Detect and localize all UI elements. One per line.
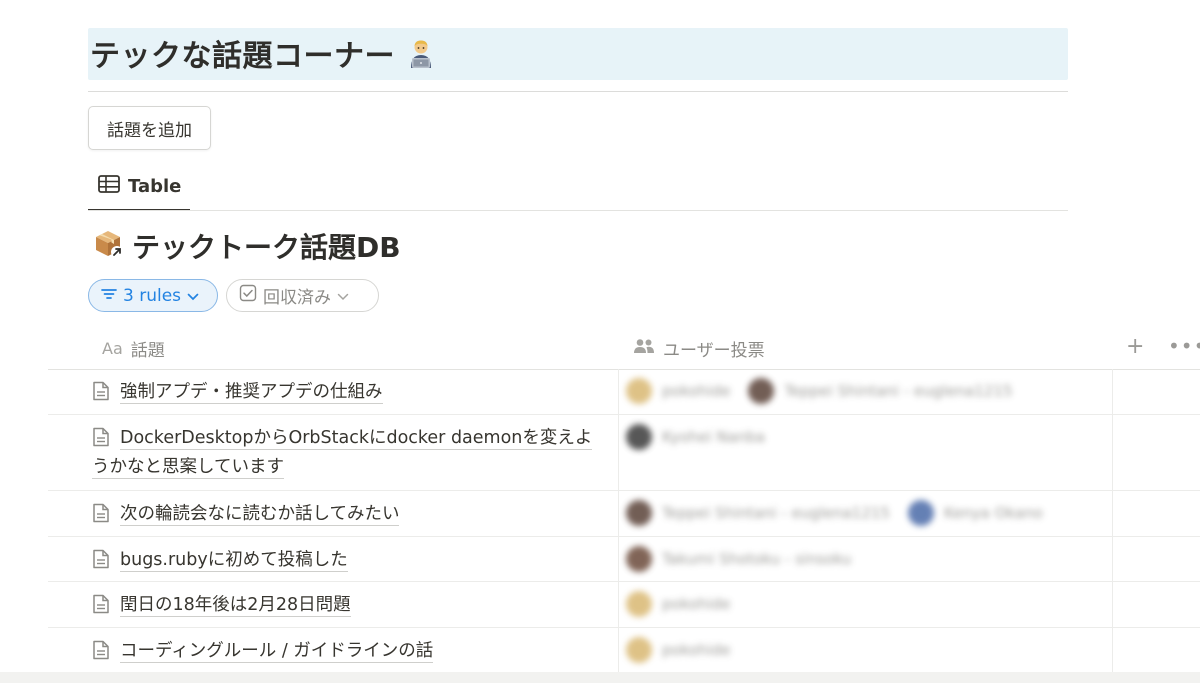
row-title: 強制アプデ・推奨アプデの仕組み bbox=[120, 382, 383, 404]
column-divider bbox=[618, 537, 619, 582]
avatar bbox=[626, 424, 652, 450]
column-header-title[interactable]: Aa 話題 bbox=[102, 330, 165, 366]
tab-divider bbox=[88, 210, 1068, 211]
voter: Teppei Shintani - euglena1215 bbox=[626, 500, 890, 526]
filter-rules-label: 3 rules bbox=[123, 285, 182, 306]
column-divider bbox=[1112, 628, 1113, 672]
voter-name: pokohide bbox=[662, 382, 731, 400]
row-votes-cell[interactable]: pokohide bbox=[626, 628, 1106, 672]
filter-collected-label: 回収済み bbox=[263, 288, 331, 308]
row-title-cell[interactable]: DockerDesktopからOrbStackにdocker daemonを変え… bbox=[92, 424, 602, 482]
row-title: 次の輪読会なに読むか話してみたい bbox=[120, 504, 400, 526]
page-icon bbox=[93, 427, 109, 447]
avatar bbox=[907, 500, 934, 526]
column-divider bbox=[618, 415, 619, 491]
row-votes-cell[interactable]: pokohide bbox=[626, 582, 1106, 628]
column-divider bbox=[618, 628, 619, 672]
voter-name: Kyohei Nanba bbox=[662, 428, 766, 446]
filter-collected-pill[interactable]: 回収済み bbox=[226, 279, 379, 312]
voter-name: Kenya Okano bbox=[943, 504, 1043, 522]
column-divider bbox=[1112, 537, 1113, 582]
voter: Kyohei Nanba bbox=[626, 424, 765, 450]
voter: pokohide bbox=[626, 378, 730, 404]
database-title-text: テックトーク話題DB bbox=[132, 231, 401, 264]
row-votes-cell[interactable]: pokohide Teppei Shintani - euglena1215 bbox=[626, 369, 1106, 415]
voter: pokohide bbox=[626, 591, 730, 617]
table-row[interactable]: 閏日の18年後は2月28日問題 pokohide bbox=[48, 582, 1200, 628]
column-divider bbox=[618, 582, 619, 628]
row-title-cell[interactable]: コーディングルール / ガイドラインの話 bbox=[92, 637, 602, 666]
voter-name: Teppei Shintani - euglena1215 bbox=[662, 504, 890, 522]
page-icon bbox=[93, 503, 109, 523]
voter: Takumi Shotoku - sinsoku bbox=[626, 546, 851, 572]
column-divider bbox=[1112, 582, 1113, 628]
column-divider bbox=[1112, 369, 1113, 415]
filter-lines-icon bbox=[101, 286, 117, 306]
add-property-plus-icon[interactable]: + bbox=[1126, 334, 1144, 359]
row-title-cell[interactable]: bugs.rubyに初めて投稿した bbox=[92, 546, 602, 575]
voter-name: Teppei Shintani - euglena1215 bbox=[784, 382, 1013, 400]
avatar bbox=[626, 546, 652, 572]
page-heading-text: テックな話題コーナー bbox=[90, 38, 395, 74]
row-votes-cell[interactable]: Takumi Shotoku - sinsoku bbox=[626, 537, 1106, 582]
avatar bbox=[748, 378, 775, 404]
column-header-votes-label: ユーザー投票 bbox=[663, 340, 765, 361]
avatar bbox=[626, 637, 652, 663]
more-options-icon[interactable]: ••• bbox=[1168, 334, 1200, 358]
notion-page: テックな話題コーナー 話題を追加 Table テックトーク話題DB 3 rule… bbox=[0, 0, 1200, 683]
row-title-cell[interactable]: 強制アプデ・推奨アプデの仕組み bbox=[92, 378, 602, 407]
row-title: bugs.rubyに初めて投稿した bbox=[120, 550, 348, 572]
tab-table-label: Table bbox=[128, 176, 182, 197]
table-row[interactable]: コーディングルール / ガイドラインの話 pokohide bbox=[48, 628, 1200, 672]
page-icon bbox=[93, 594, 109, 614]
row-title-cell[interactable]: 閏日の18年後は2月28日問題 bbox=[92, 591, 602, 620]
filter-rules-pill[interactable]: 3 rules bbox=[88, 279, 218, 312]
chevron-down-icon bbox=[337, 286, 349, 306]
people-icon bbox=[633, 338, 655, 359]
row-title-cell[interactable]: 次の輪読会なに読むか話してみたい bbox=[92, 500, 602, 529]
tab-table[interactable]: Table bbox=[88, 164, 190, 211]
page-heading: テックな話題コーナー bbox=[90, 31, 437, 78]
voter-name: Takumi Shotoku - sinsoku bbox=[662, 550, 852, 568]
column-divider bbox=[618, 369, 619, 415]
column-divider bbox=[1112, 491, 1113, 537]
table-row[interactable]: 強制アプデ・推奨アプデの仕組み pokohide Teppei Shintani… bbox=[48, 369, 1200, 415]
window-bottom-edge bbox=[0, 672, 1200, 683]
page-icon bbox=[93, 381, 109, 401]
row-title: DockerDesktopからOrbStackにdocker daemonを変え… bbox=[92, 428, 593, 479]
avatar bbox=[626, 500, 652, 526]
checkbox-icon bbox=[239, 284, 257, 307]
package-link-icon bbox=[92, 227, 124, 266]
column-header-votes[interactable]: ユーザー投票 bbox=[633, 330, 765, 366]
column-header-title-label: 話題 bbox=[130, 340, 165, 361]
text-property-icon: Aa bbox=[102, 338, 123, 358]
database-title[interactable]: テックトーク話題DB bbox=[92, 226, 401, 266]
avatar bbox=[626, 378, 652, 404]
row-title: 閏日の18年後は2月28日問題 bbox=[120, 595, 351, 617]
table-row[interactable]: bugs.rubyに初めて投稿した Takumi Shotoku - sinso… bbox=[48, 537, 1200, 582]
technologist-emoji-icon bbox=[405, 38, 437, 78]
voter: pokohide bbox=[626, 637, 730, 663]
voter-name: pokohide bbox=[662, 641, 731, 659]
voter: Kenya Okano bbox=[907, 500, 1043, 526]
avatar bbox=[626, 591, 652, 617]
row-votes-cell[interactable]: Teppei Shintani - euglena1215 Kenya Okan… bbox=[626, 491, 1106, 537]
row-title: コーディングルール / ガイドラインの話 bbox=[120, 641, 434, 663]
table-icon bbox=[98, 175, 120, 198]
row-votes-cell[interactable]: Kyohei Nanba bbox=[626, 415, 1106, 491]
voter-name: pokohide bbox=[662, 595, 731, 613]
chevron-down-icon bbox=[187, 286, 199, 306]
page-icon bbox=[93, 640, 109, 660]
column-divider bbox=[1112, 415, 1113, 491]
voter: Teppei Shintani - euglena1215 bbox=[748, 378, 1012, 404]
add-topic-button[interactable]: 話題を追加 bbox=[88, 106, 211, 150]
column-divider bbox=[618, 491, 619, 537]
page-heading-block[interactable]: テックな話題コーナー bbox=[88, 28, 1068, 80]
table-row[interactable]: DockerDesktopからOrbStackにdocker daemonを変え… bbox=[48, 415, 1200, 491]
table-row[interactable]: 次の輪読会なに読むか話してみたい Teppei Shintani - eugle… bbox=[48, 491, 1200, 537]
heading-divider bbox=[88, 91, 1068, 92]
page-icon bbox=[93, 549, 109, 569]
